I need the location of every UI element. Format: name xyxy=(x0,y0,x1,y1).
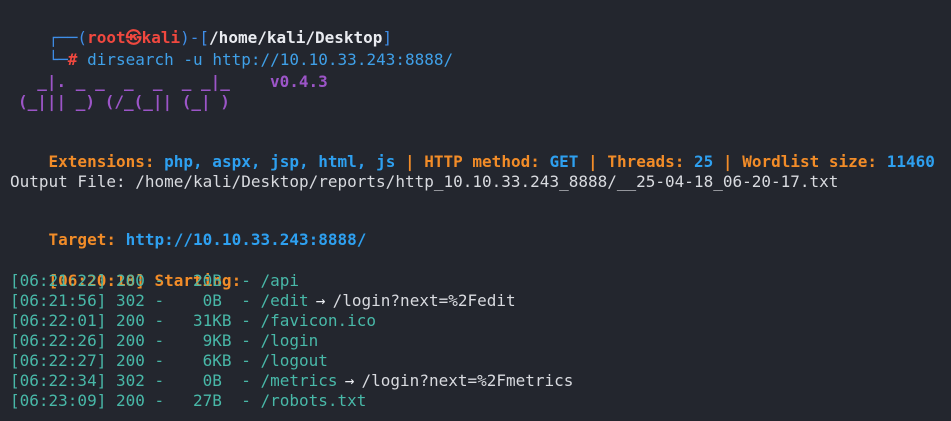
wordlist-label: Wordlist size: xyxy=(742,152,878,171)
dirsearch-logo: _|. _ _ _ _ _ _|_ (_||| _) (/_(_|| (_| ) xyxy=(18,72,230,112)
version-label: v0.4.3 xyxy=(270,72,328,91)
result-text: [06:22:01] 200 - 31KB - /favicon.ico xyxy=(10,311,377,330)
separator: | xyxy=(722,152,733,171)
redirect-arrow: → xyxy=(344,371,355,390)
starting-line: [06:20:18] Starting: xyxy=(10,251,242,290)
extensions-label: Extensions: xyxy=(48,152,155,171)
result-row: [06:22:01] 200 - 31KB - /favicon.ico xyxy=(10,311,376,331)
output-file-line: Output File: /home/kali/Desktop/reports/… xyxy=(10,172,839,191)
result-row: [06:22:27] 200 - 6KB - /logout xyxy=(10,351,328,371)
result-text: [06:21:22] 200 - 20B - /api xyxy=(10,271,299,290)
prompt-hash: # xyxy=(67,50,78,69)
redirect-target: /login?next=%2Fedit xyxy=(332,291,516,310)
config-line: Extensions: php, aspx, jsp, html, js | H… xyxy=(10,132,935,171)
redirect-arrow: → xyxy=(315,291,326,310)
http-method-label: HTTP method: xyxy=(424,152,540,171)
threads-label: Threads: xyxy=(607,152,685,171)
result-text: [06:23:09] 200 - 27B - /robots.txt xyxy=(10,391,367,410)
target-url: http://10.10.33.243:8888/ xyxy=(125,230,367,249)
result-row: [06:22:34] 302 - 0B - /metrics → /login?ne… xyxy=(10,371,573,391)
prompt-corner-bottom: └─ xyxy=(48,50,68,69)
threads-value: 25 xyxy=(694,152,714,171)
result-text: [06:22:26] 200 - 9KB - /login xyxy=(10,331,319,350)
separator: | xyxy=(588,152,598,171)
result-row: [06:21:22] 200 - 20B - /api xyxy=(10,271,299,291)
result-text: [06:21:56] 302 - 0B - /edit xyxy=(10,291,309,310)
logo-line-2: (_||| _) (/_(_|| (_| ) xyxy=(18,92,230,111)
http-method-value: GET xyxy=(549,152,579,171)
redirect-target: /login?next=%2Fmetrics xyxy=(361,371,574,390)
extensions-value: php, aspx, jsp, html, js xyxy=(164,152,396,171)
result-row: [06:21:56] 302 - 0B - /edit → /login?next=… xyxy=(10,291,516,311)
result-text: [06:22:34] 302 - 0B - /metrics xyxy=(10,371,338,390)
result-text: [06:22:27] 200 - 6KB - /logout xyxy=(10,351,328,370)
terminal-window[interactable]: ┌──(root㉿kali)-[/home/kali/Desktop] └─# … xyxy=(0,0,951,421)
prompt-header-line: ┌──(root㉿kali)-[/home/kali/Desktop] xyxy=(10,8,393,47)
logo-line-1: _|. _ _ _ _ _ _|_ xyxy=(18,72,230,91)
separator: | xyxy=(404,152,415,171)
command-name: dirsearch xyxy=(87,50,174,69)
target-label: Target: xyxy=(48,230,116,249)
wordlist-value: 11460 xyxy=(886,152,935,171)
command-args: -u http://10.10.33.243:8888/ xyxy=(183,50,454,69)
result-row: [06:22:26] 200 - 9KB - /login xyxy=(10,331,318,351)
command-line: └─# dirsearch -u http://10.10.33.243:888… xyxy=(10,30,454,69)
target-line: Target: http://10.10.33.243:8888/ xyxy=(10,210,367,249)
result-row: [06:23:09] 200 - 27B - /robots.txt xyxy=(10,391,366,411)
